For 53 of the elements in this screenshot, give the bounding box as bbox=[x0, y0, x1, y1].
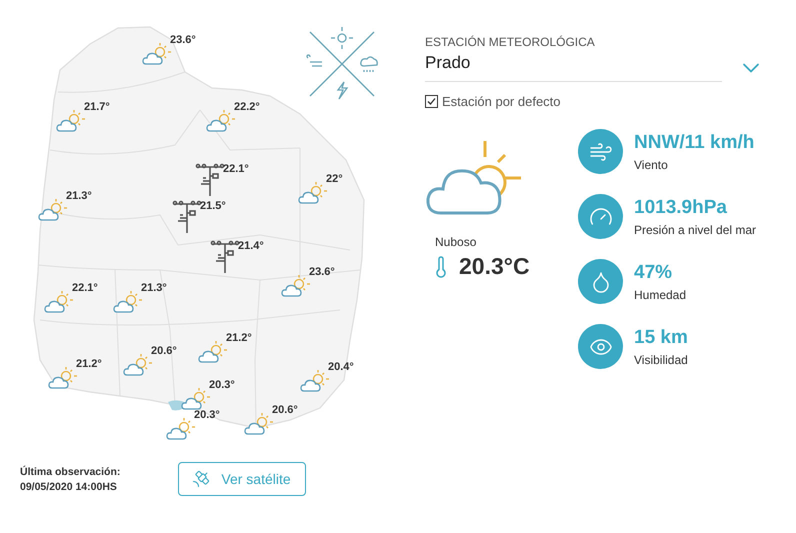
stat-value: 1013.9hPa bbox=[634, 196, 728, 218]
last-observation-time: 09/05/2020 14:00HS bbox=[20, 480, 118, 492]
temperature-label: 20.3° bbox=[194, 409, 220, 421]
temperature-label: 22.2° bbox=[234, 101, 260, 113]
partly-cloudy-icon bbox=[44, 290, 74, 314]
partly-cloudy-icon bbox=[281, 274, 311, 298]
stat-value: NNW/11 km/h bbox=[634, 132, 754, 154]
weather-station-icon bbox=[210, 240, 240, 274]
partly-cloudy-icon bbox=[298, 181, 328, 205]
temperature-label: 21.3° bbox=[141, 282, 167, 294]
condition-label: Nuboso bbox=[435, 235, 478, 249]
stat-value: 15 km bbox=[634, 326, 688, 348]
partly-cloudy-icon bbox=[38, 198, 68, 222]
temperature-label: 23.6° bbox=[309, 266, 335, 278]
partly-cloudy-icon bbox=[244, 412, 274, 436]
temperature-label: 21.2° bbox=[76, 358, 102, 370]
temperature-label: 21.2° bbox=[226, 332, 252, 344]
temperature-label: 22.1° bbox=[223, 163, 249, 175]
last-observation-label: Última observación: bbox=[20, 466, 120, 478]
weather-station-icon bbox=[195, 163, 225, 197]
stat-value: 47% bbox=[634, 262, 674, 284]
temperature-label: 21.4° bbox=[238, 240, 264, 252]
temperature-label: 22° bbox=[326, 173, 343, 185]
weather-station-icon bbox=[172, 200, 202, 234]
partly-cloudy-icon bbox=[123, 353, 153, 377]
partly-cloudy-icon bbox=[300, 369, 330, 393]
temperature-label: 23.6° bbox=[170, 34, 196, 46]
default-station-checkbox[interactable] bbox=[425, 95, 438, 108]
station-select[interactable]: Prado bbox=[425, 53, 722, 82]
partly-cloudy-icon bbox=[166, 417, 196, 441]
stat-label: Presión a nivel del mar bbox=[634, 222, 756, 236]
temperature-label: 22.1° bbox=[72, 282, 98, 294]
default-station-label: Estación por defecto bbox=[442, 94, 561, 109]
temperature-value: 20.3°C bbox=[459, 253, 530, 280]
partly-cloudy-icon bbox=[206, 109, 236, 133]
partly-cloudy-icon bbox=[142, 42, 172, 66]
stat-label: Viento bbox=[634, 158, 669, 172]
temperature-label: 20.4° bbox=[328, 361, 354, 373]
stat-label: Humedad bbox=[634, 288, 686, 302]
temperature-label: 20.6° bbox=[272, 404, 298, 416]
partly-cloudy-icon bbox=[113, 290, 143, 314]
stat-label: Visibilidad bbox=[634, 352, 688, 366]
partly-cloudy-icon bbox=[198, 340, 228, 364]
station-label: ESTACIÓN METEOROLÓGICA bbox=[425, 35, 596, 49]
partly-cloudy-icon bbox=[181, 387, 211, 411]
temperature-label: 21.5° bbox=[200, 200, 226, 212]
temperature-label: 20.6° bbox=[151, 345, 177, 357]
temperature-label: 20.3° bbox=[209, 379, 235, 391]
temperature-label: 21.3° bbox=[66, 190, 92, 202]
partly-cloudy-icon bbox=[56, 109, 86, 133]
temperature-label: 21.7° bbox=[84, 101, 110, 113]
satellite-icon bbox=[191, 469, 212, 489]
partly-cloudy-icon bbox=[48, 366, 78, 390]
